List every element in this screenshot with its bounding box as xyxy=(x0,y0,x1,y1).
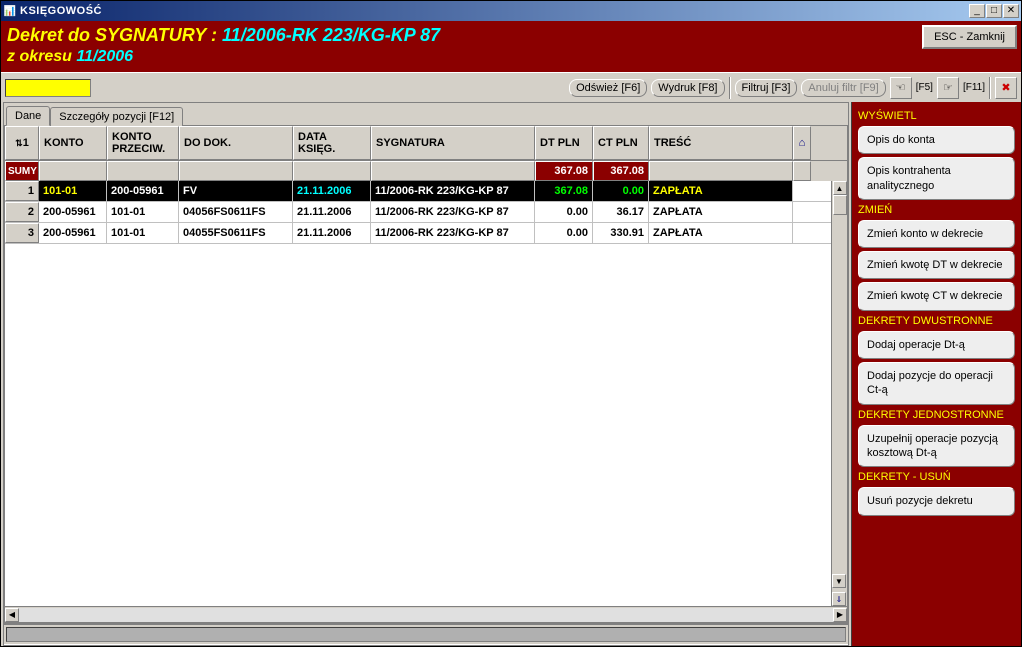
col-sort-indicator[interactable]: ⇅1 xyxy=(5,126,39,160)
status-bar xyxy=(4,623,848,645)
scroll-down-icon[interactable]: ▼ xyxy=(832,574,846,588)
vertical-scrollbar[interactable]: ▲ ▼ ⇓ xyxy=(831,181,847,606)
sum-label: SUMY xyxy=(5,161,39,181)
btn-opis-kontrahenta[interactable]: Opis kontrahenta analitycznego xyxy=(858,157,1015,200)
section-wyswietl: WYŚWIETL xyxy=(858,110,1015,122)
delete-icon: ✖ xyxy=(1001,81,1010,94)
search-field[interactable] xyxy=(5,79,91,97)
scroll-left-icon[interactable]: ◀ xyxy=(5,608,19,622)
btn-dodaj-ct[interactable]: Dodaj pozycje do operacji Ct-ą xyxy=(858,362,1015,405)
horizontal-scrollbar[interactable]: ◀ ▶ xyxy=(5,606,847,622)
table-row[interactable]: 3 200-05961 101-01 04055FS0611FS 21.11.2… xyxy=(5,223,847,244)
scroll-up-icon[interactable]: ▲ xyxy=(833,181,847,195)
print-button[interactable]: Wydruk [F8] xyxy=(651,79,724,97)
header-label-dekret: Dekret do SYGNATURY : xyxy=(7,25,222,45)
home-icon: ⌂ xyxy=(799,137,806,149)
col-corner[interactable]: ⌂ xyxy=(793,126,811,160)
esc-close-button[interactable]: ESC - Zamknij xyxy=(922,25,1017,49)
tab-bar: Dane Szczegóły pozycji [F12] xyxy=(4,103,848,125)
btn-dodaj-dt[interactable]: Dodaj operacje Dt-ą xyxy=(858,331,1015,359)
toolbar-separator xyxy=(729,77,731,99)
col-tresc[interactable]: TREŚĆ xyxy=(649,126,793,160)
section-jednostronne: DEKRETY JEDNOSTRONNE xyxy=(858,409,1015,421)
header-okres: 11/2006 xyxy=(76,48,133,65)
header-label-okres: z okresu xyxy=(7,48,76,65)
tab-szczegoly[interactable]: Szczegóły pozycji [F12] xyxy=(50,107,183,126)
col-konto-przeciw[interactable]: KONTO PRZECIW. xyxy=(107,126,179,160)
tab-dane[interactable]: Dane xyxy=(6,106,50,126)
data-grid: ⇅1 KONTO KONTO PRZECIW. DO DOK. DATA KSI… xyxy=(4,125,848,623)
refresh-button[interactable]: Odśwież [F6] xyxy=(569,79,647,97)
nav-next-button[interactable]: ☞ xyxy=(937,77,959,99)
header-sygnatura: 11/2006-RK 223/KG-KP 87 xyxy=(222,25,440,45)
hand-left-icon: ☜ xyxy=(896,81,906,94)
h-scroll-track[interactable] xyxy=(19,608,833,622)
col-do-dok[interactable]: DO DOK. xyxy=(179,126,293,160)
section-dwustronne: DEKRETY DWUSTRONNE xyxy=(858,315,1015,327)
scroll-right-icon[interactable]: ▶ xyxy=(833,608,847,622)
nav-prev-button[interactable]: ☜ xyxy=(890,77,912,99)
btn-usun[interactable]: Usuń pozycje dekretu xyxy=(858,487,1015,515)
f11-label: [F11] xyxy=(963,82,985,93)
grid-header-row: ⇅1 KONTO KONTO PRZECIW. DO DOK. DATA KSI… xyxy=(5,126,847,161)
btn-zmien-konto[interactable]: Zmień konto w dekrecie xyxy=(858,220,1015,248)
toolbar: Odśwież [F6] Wydruk [F8] Filtruj [F3] An… xyxy=(1,72,1021,102)
btn-zmien-dt[interactable]: Zmień kwotę DT w dekrecie xyxy=(858,251,1015,279)
sum-dt: 367.08 xyxy=(535,161,593,181)
grid-body: 1 101-01 200-05961 FV 21.11.2006 11/2006… xyxy=(5,181,847,606)
col-data-ksieg[interactable]: DATA KSIĘG. xyxy=(293,126,371,160)
btn-uzupelnij[interactable]: Uzupełnij operacje pozycją kosztową Dt-ą xyxy=(858,425,1015,468)
app-icon: 📊 xyxy=(3,4,17,18)
col-ct-pln[interactable]: CT PLN xyxy=(593,126,649,160)
cancel-filter-button: Anuluj filtr [F9] xyxy=(801,79,885,97)
btn-opis-konta[interactable]: Opis do konta xyxy=(858,126,1015,154)
window-title: KSIĘGOWOŚĆ xyxy=(20,5,969,17)
section-zmien: ZMIEŃ xyxy=(858,204,1015,216)
toolbar-separator-2 xyxy=(989,77,991,99)
col-dt-pln[interactable]: DT PLN xyxy=(535,126,593,160)
f5-label: [F5] xyxy=(916,82,933,93)
btn-zmien-ct[interactable]: Zmień kwotę CT w dekrecie xyxy=(858,282,1015,310)
sum-ct: 367.08 xyxy=(593,161,649,181)
col-konto[interactable]: KONTO xyxy=(39,126,107,160)
scroll-end-icon[interactable]: ⇓ xyxy=(832,592,846,606)
section-usun: DEKRETY - USUŃ xyxy=(858,471,1015,483)
sum-row: SUMY 367.08 367.08 xyxy=(5,161,847,181)
col-sygnatura[interactable]: SYGNATURA xyxy=(371,126,535,160)
table-row[interactable]: 2 200-05961 101-01 04056FS0611FS 21.11.2… xyxy=(5,202,847,223)
delete-icon-button[interactable]: ✖ xyxy=(995,77,1017,99)
header-panel: Dekret do SYGNATURY : 11/2006-RK 223/KG-… xyxy=(1,21,1021,72)
minimize-button[interactable]: _ xyxy=(969,4,985,18)
hand-right-icon: ☞ xyxy=(943,81,953,94)
maximize-button[interactable]: □ xyxy=(986,4,1002,18)
scroll-thumb[interactable] xyxy=(833,195,847,215)
table-row[interactable]: 1 101-01 200-05961 FV 21.11.2006 11/2006… xyxy=(5,181,847,202)
action-sidebar: WYŚWIETL Opis do konta Opis kontrahenta … xyxy=(851,102,1021,646)
close-window-button[interactable]: ✕ xyxy=(1003,4,1019,18)
filter-button[interactable]: Filtruj [F3] xyxy=(735,79,798,97)
titlebar: 📊 KSIĘGOWOŚĆ _ □ ✕ xyxy=(1,1,1021,21)
